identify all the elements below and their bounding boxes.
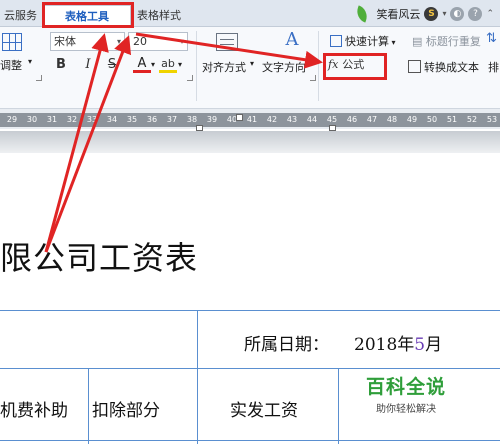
annotation-arrow-to-tab [44,33,109,253]
annotation-arrow-to-tab-2 [44,35,132,253]
annotation-arrows [44,32,323,253]
annotation-arrow-to-formula [135,32,323,69]
